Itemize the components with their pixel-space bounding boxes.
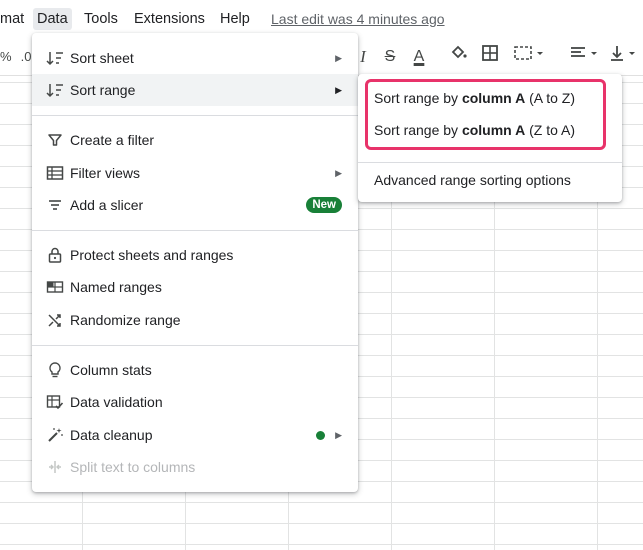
merge-cells-icon[interactable]	[512, 44, 546, 70]
lightbulb-icon	[44, 359, 66, 381]
advanced-sorting-option[interactable]: Advanced range sorting options	[358, 164, 622, 196]
sort-icon	[44, 79, 66, 101]
magic-wand-icon	[44, 424, 66, 446]
menu-item-label: Column stats	[70, 362, 152, 378]
menu-divider	[32, 345, 358, 346]
menu-item-named-ranges[interactable]: Named ranges	[32, 271, 358, 303]
percent-format-button[interactable]: %	[0, 44, 12, 70]
menu-tools[interactable]: Tools	[80, 8, 122, 30]
menu-item-label: Create a filter	[70, 132, 155, 148]
vertical-align-icon[interactable]	[608, 44, 642, 70]
decrease-decimal-button[interactable]: .0	[20, 44, 32, 70]
shuffle-icon	[44, 309, 66, 331]
text-color-button[interactable]: A	[408, 44, 430, 70]
filter-icon	[44, 129, 66, 151]
submenu-arrow-icon: ▶	[335, 52, 342, 63]
data-validation-icon	[44, 391, 66, 413]
borders-icon[interactable]	[480, 44, 500, 70]
menu-item-create-filter[interactable]: Create a filter	[32, 124, 358, 156]
menu-item-label: Filter views	[70, 165, 141, 181]
strikethrough-button[interactable]: S	[382, 44, 398, 70]
sort-icon	[44, 47, 66, 69]
menu-item-label: Data validation	[70, 394, 163, 410]
submenu-arrow-icon: ▶	[335, 167, 342, 178]
submenu-arrow-icon: ▶	[335, 84, 342, 95]
submenu-arrow-icon: ▶	[335, 429, 342, 440]
menu-item-label: Sort range	[70, 82, 136, 98]
menu-item-data-validation[interactable]: Data validation	[32, 386, 358, 418]
menu-item-data-cleanup[interactable]: Data cleanup ▶	[32, 419, 358, 451]
submenu-divider	[358, 162, 622, 163]
menu-extensions[interactable]: Extensions	[130, 8, 209, 30]
menu-item-label: Randomize range	[70, 312, 181, 328]
menu-item-sort-range[interactable]: Sort range ▶	[32, 74, 358, 106]
menu-item-label: Data cleanup	[70, 427, 153, 443]
annotation-highlight-box	[365, 79, 606, 150]
menu-item-add-slicer[interactable]: Add a slicer New	[32, 189, 358, 221]
menu-data[interactable]: Data	[33, 8, 72, 30]
align-left-icon[interactable]	[568, 44, 602, 70]
split-icon	[44, 456, 66, 478]
menu-help[interactable]: Help	[216, 8, 254, 30]
menu-item-column-stats[interactable]: Column stats	[32, 354, 358, 386]
menu-item-filter-views[interactable]: Filter views ▶	[32, 157, 358, 189]
option-text: Advanced range sorting options	[374, 172, 571, 188]
menu-item-randomize-range[interactable]: Randomize range	[32, 304, 358, 336]
fill-color-icon[interactable]	[449, 44, 469, 70]
text-color-label: A	[413, 48, 425, 65]
menu-item-label: Named ranges	[70, 279, 162, 295]
last-edit-link[interactable]: Last edit was 4 minutes ago	[271, 8, 445, 30]
new-badge: New	[306, 197, 342, 213]
menu-item-sort-sheet[interactable]: Sort sheet ▶	[32, 42, 358, 74]
data-menu: Sort sheet ▶ Sort range ▶ Create a filte…	[32, 33, 358, 492]
menu-item-label: Split text to columns	[70, 459, 196, 475]
menu-item-label: Protect sheets and ranges	[70, 247, 234, 263]
status-dot-icon	[316, 431, 325, 440]
menu-item-split-text: Split text to columns	[32, 451, 358, 483]
menu-divider	[32, 115, 358, 116]
menu-item-protect-sheets[interactable]: Protect sheets and ranges	[32, 239, 358, 271]
menu-divider	[32, 230, 358, 231]
slicer-icon	[44, 194, 66, 216]
lock-icon	[44, 244, 66, 266]
italic-button[interactable]: I	[356, 44, 370, 70]
menu-format[interactable]: mat	[0, 8, 28, 30]
filter-views-icon	[44, 162, 66, 184]
menu-item-label: Sort sheet	[70, 50, 134, 66]
named-ranges-icon	[44, 276, 66, 298]
